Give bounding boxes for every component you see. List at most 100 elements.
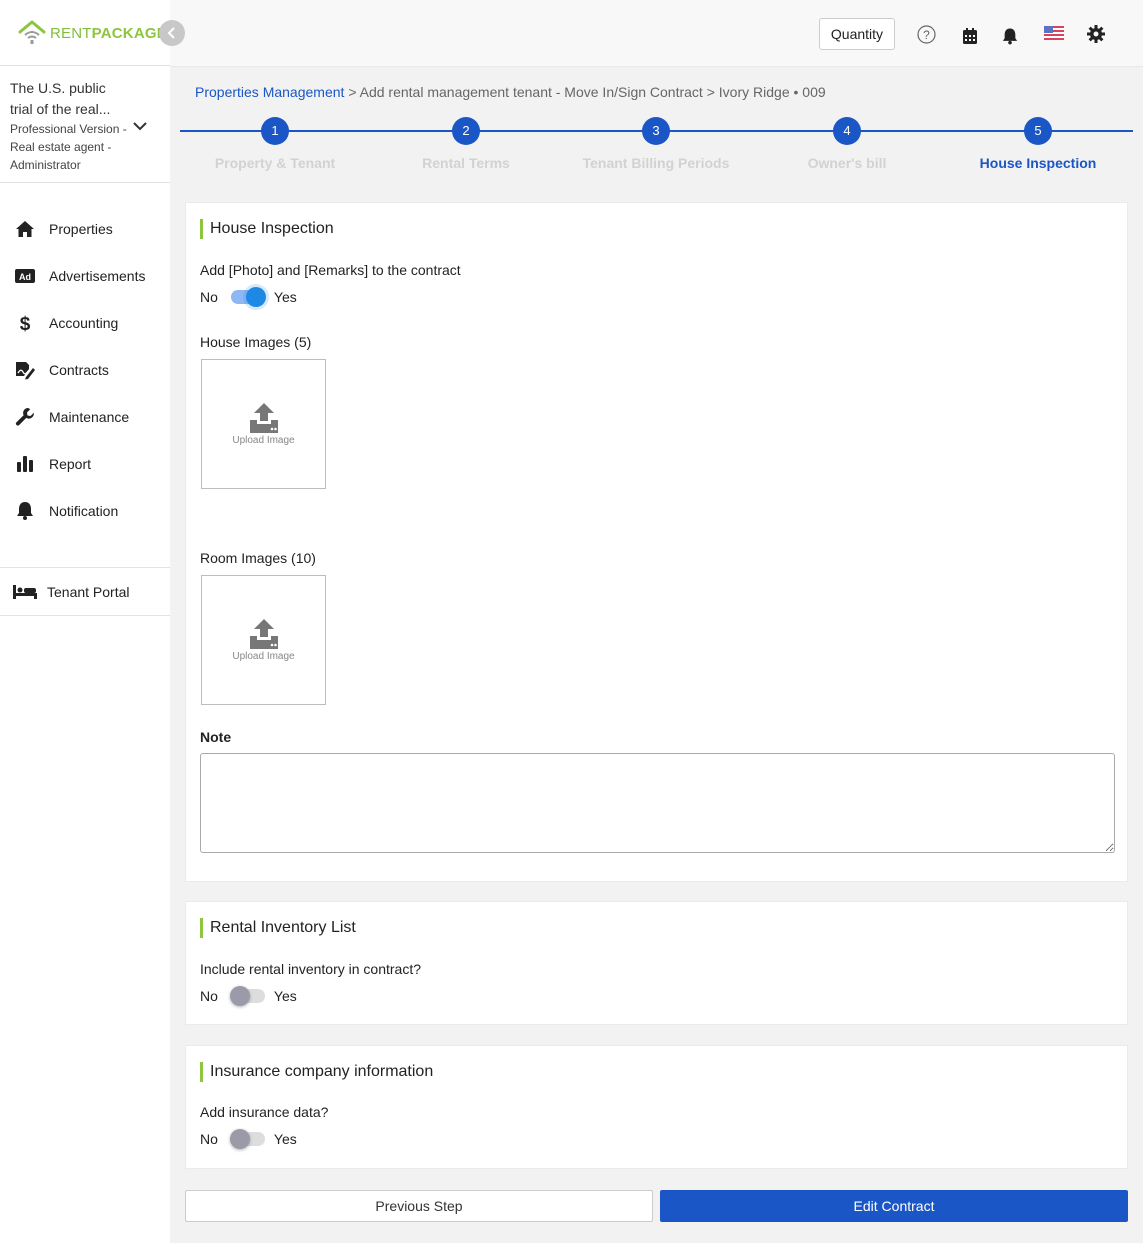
svg-text:Ad: Ad (19, 272, 31, 282)
step-number: 1 (261, 117, 289, 145)
step-house-inspection[interactable]: 5 House Inspection (943, 117, 1133, 171)
step-label: Property & Tenant (214, 155, 336, 171)
step-number: 2 (452, 117, 480, 145)
step-label: House Inspection (979, 155, 1097, 171)
breadcrumb-step: Add rental management tenant - Move In/S… (359, 84, 703, 100)
step-label: Tenant Billing Periods (582, 155, 730, 171)
toggle-knob (229, 986, 250, 1006)
step-property-tenant[interactable]: 1 Property & Tenant (180, 117, 370, 171)
photo-remarks-toggle-row: No Yes (200, 287, 297, 307)
gear-icon[interactable] (1086, 24, 1106, 44)
edit-contract-button[interactable]: Edit Contract (660, 1190, 1128, 1222)
toggle-knob (245, 287, 266, 307)
bed-icon (13, 582, 37, 602)
contract-icon (15, 360, 35, 380)
sidebar-item-label: Notification (49, 502, 119, 519)
breadcrumb-property: Ivory Ridge • 009 (718, 84, 826, 100)
inventory-toggle[interactable] (229, 986, 265, 1006)
logo-wifi-house-icon (18, 20, 46, 46)
sidebar: RENTPACKAGE The U.S. public trial of the… (0, 0, 185, 1243)
sidebar-item-label: Advertisements (49, 267, 146, 284)
sidebar-item-tenant-portal[interactable]: Tenant Portal (0, 567, 170, 616)
house-inspection-title: House Inspection (200, 219, 334, 239)
top-bar: Quantity ? (170, 0, 1143, 67)
room-image-upload[interactable]: Upload Image (201, 575, 326, 705)
step-rental-terms[interactable]: 2 Rental Terms (371, 117, 561, 171)
chevron-down-icon[interactable] (132, 118, 148, 134)
breadcrumb-properties-management[interactable]: Properties Management (195, 84, 344, 100)
ad-icon: Ad (15, 266, 35, 286)
insurance-title: Insurance company information (200, 1062, 433, 1082)
account-name: The U.S. public trial of the real... (10, 80, 111, 117)
wrench-icon (15, 407, 35, 427)
toggle-no-label: No (200, 1131, 218, 1147)
rental-inventory-title: Rental Inventory List (200, 918, 356, 938)
logo: RENTPACKAGE (18, 20, 167, 46)
home-icon (15, 219, 35, 239)
step-number: 3 (642, 117, 670, 145)
sidebar-item-label: Properties (49, 220, 113, 237)
toggle-knob (229, 1129, 250, 1149)
toggle-no-label: No (200, 988, 218, 1004)
account-role: Professional Version - Real estate agent… (10, 122, 127, 172)
bell-icon (15, 501, 35, 521)
collapse-sidebar-button[interactable] (159, 20, 185, 46)
toggle-yes-label: Yes (273, 1131, 297, 1147)
toggle-yes-label: Yes (273, 289, 297, 305)
us-flag-icon[interactable] (1043, 25, 1065, 41)
note-textarea[interactable] (200, 753, 1115, 853)
step-tenant-billing-periods[interactable]: 3 Tenant Billing Periods (561, 117, 751, 171)
upload-image-label: Upload Image (232, 434, 295, 446)
sidebar-item-advertisements[interactable]: Ad Advertisements (0, 252, 170, 299)
sidebar-nav: Properties Ad Advertisements $ Accountin… (0, 205, 170, 534)
calendar-icon[interactable] (960, 26, 980, 46)
toggle-yes-label: Yes (273, 988, 297, 1004)
house-images-label: House Images (5) (200, 334, 312, 350)
sidebar-item-accounting[interactable]: $ Accounting (0, 299, 170, 346)
insurance-card: Insurance company information Add insura… (185, 1045, 1128, 1169)
sidebar-item-notification[interactable]: Notification (0, 487, 170, 534)
sidebar-item-label: Report (49, 455, 92, 472)
photo-remarks-toggle[interactable] (230, 287, 266, 307)
step-number: 4 (833, 117, 861, 145)
rental-inventory-card: Rental Inventory List Include rental inv… (185, 901, 1128, 1025)
sidebar-item-report[interactable]: Report (0, 440, 170, 487)
notification-bell-icon[interactable] (1000, 26, 1020, 46)
dollar-icon: $ (15, 313, 35, 333)
breadcrumb-separator: > (706, 84, 715, 100)
svg-text:$: $ (20, 314, 31, 333)
upload-icon (249, 402, 278, 433)
step-progress: 1 Property & Tenant 2 Rental Terms 3 Ten… (180, 117, 1133, 187)
account-switcher[interactable]: The U.S. public trial of the real... Pro… (0, 65, 170, 183)
inventory-toggle-row: No Yes (200, 986, 297, 1006)
quantity-button[interactable]: Quantity (819, 18, 895, 50)
previous-step-button[interactable]: Previous Step (185, 1190, 653, 1222)
logo-text: RENTPACKAGE (50, 25, 167, 42)
sidebar-item-label: Maintenance (49, 408, 130, 425)
upload-image-label: Upload Image (232, 650, 295, 662)
insurance-toggle[interactable] (229, 1129, 265, 1149)
svg-text:?: ? (923, 28, 930, 42)
sidebar-item-maintenance[interactable]: Maintenance (0, 393, 170, 440)
help-icon[interactable]: ? (916, 24, 936, 44)
sidebar-item-label: Accounting (49, 314, 119, 331)
main-content: Properties Management > Add rental manag… (170, 67, 1143, 1243)
sidebar-item-label: Contracts (49, 361, 109, 378)
step-owners-bill[interactable]: 4 Owner's bill (752, 117, 942, 171)
chevron-left-icon (167, 27, 175, 39)
insurance-toggle-row: No Yes (200, 1129, 297, 1149)
house-image-upload[interactable]: Upload Image (201, 359, 326, 489)
logo-package: PACKAGE (91, 24, 167, 42)
sidebar-item-properties[interactable]: Properties (0, 205, 170, 252)
upload-icon (249, 618, 278, 649)
inventory-question: Include rental inventory in contract? (200, 961, 422, 977)
tenant-portal-label: Tenant Portal (47, 583, 130, 600)
step-label: Rental Terms (422, 155, 510, 171)
toggle-no-label: No (200, 289, 218, 305)
photo-remarks-question: Add [Photo] and [Remarks] to the contrac… (200, 262, 461, 278)
room-images-label: Room Images (10) (200, 550, 316, 566)
logo-rent: RENT (50, 24, 92, 42)
bar-chart-icon (15, 454, 35, 474)
note-label: Note (200, 729, 232, 745)
sidebar-item-contracts[interactable]: Contracts (0, 346, 170, 393)
